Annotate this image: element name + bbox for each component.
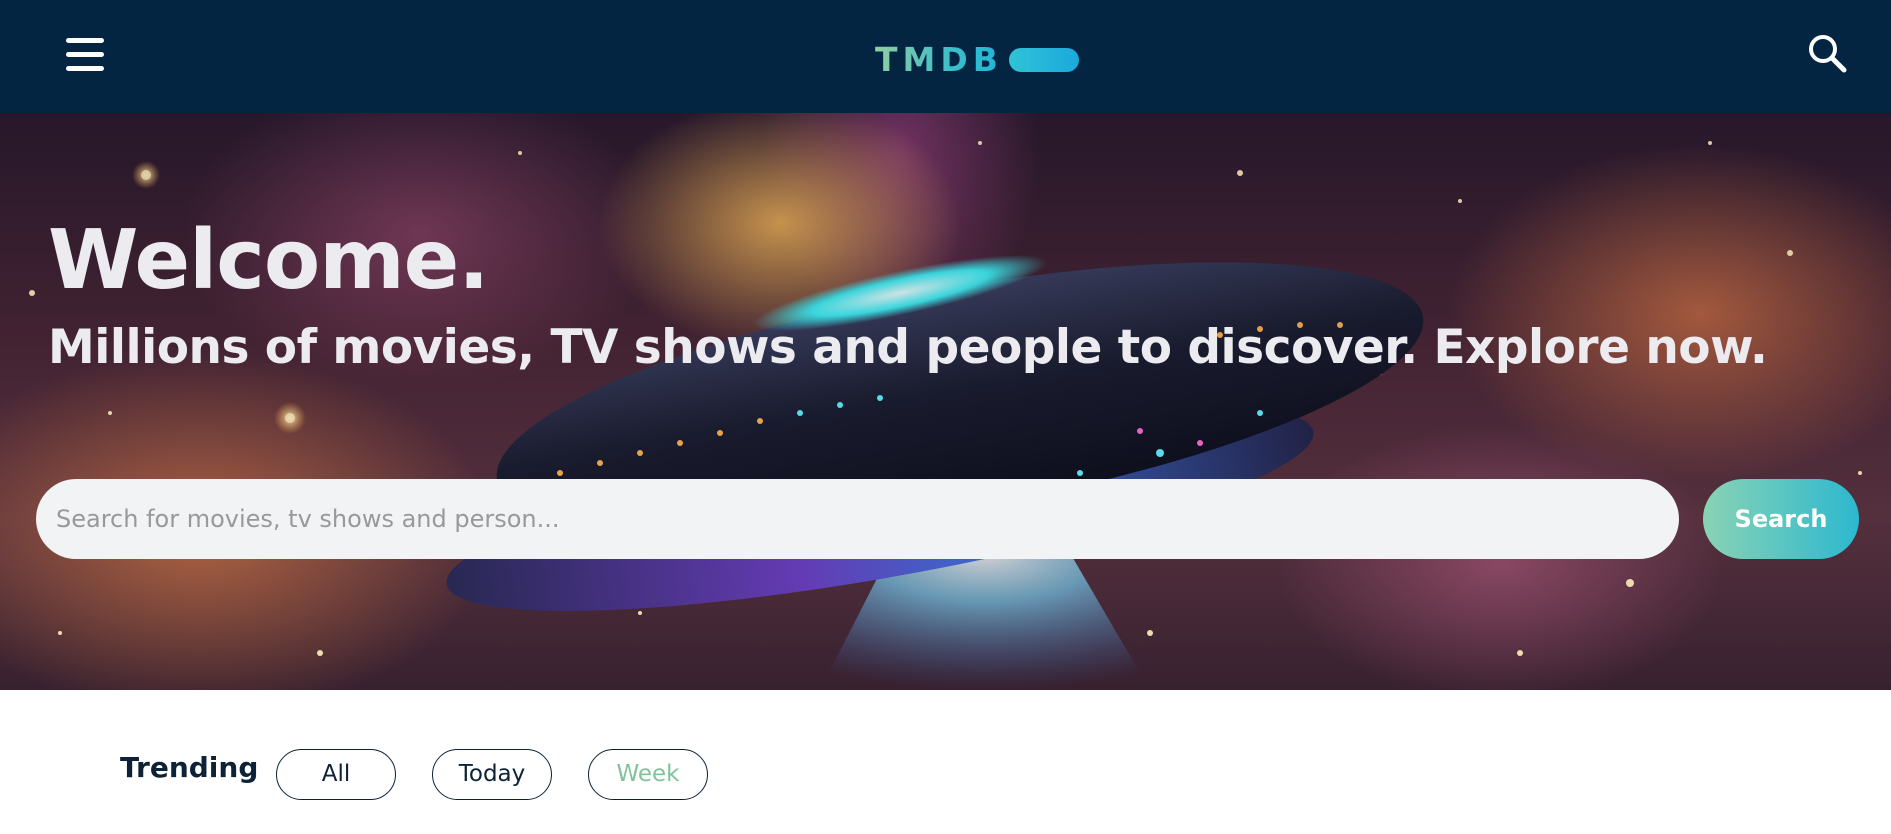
search-icon[interactable] [1806,32,1854,80]
tab-all[interactable]: All [276,749,396,800]
hero-subtitle: Millions of movies, TV shows and people … [48,320,1768,375]
trending-section: Trending All Today Week [0,690,1891,834]
hero-overlay [0,113,1891,690]
tab-today[interactable]: Today [432,749,552,800]
tmdb-logo[interactable]: TMDB [875,40,1079,80]
hero-title: Welcome. [48,213,489,308]
logo-pill-shape [1008,48,1079,72]
search-button[interactable]: Search [1703,479,1859,559]
hero-banner: Welcome. Millions of movies, TV shows an… [0,113,1891,690]
tab-week[interactable]: Week [588,749,708,800]
trending-heading: Trending [120,751,259,784]
search-input[interactable] [36,479,1679,559]
top-navbar: TMDB [0,0,1891,113]
hamburger-menu-icon[interactable] [66,36,116,76]
logo-text: TMDB [875,40,1003,79]
